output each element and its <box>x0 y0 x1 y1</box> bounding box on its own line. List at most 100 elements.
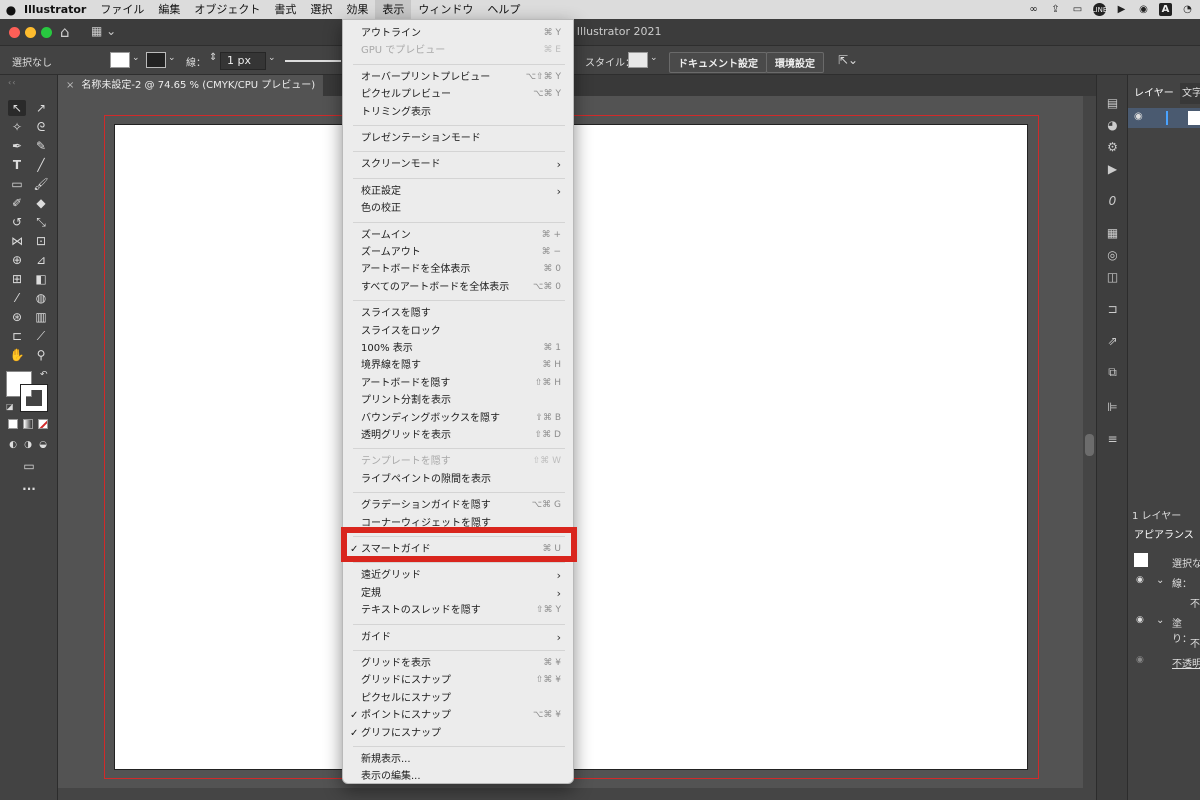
paintbrush-tool-icon[interactable]: 🖌 <box>32 176 50 192</box>
menu-type[interactable]: 書式 <box>267 0 303 19</box>
tab-layers[interactable]: レイヤー <box>1128 83 1180 104</box>
pathfinder-icon[interactable]: ⧉ <box>1104 365 1121 380</box>
view-menu-item[interactable]: ズームアウト ⌘ − <box>343 244 573 261</box>
view-menu-item[interactable]: ガイド › <box>343 629 573 646</box>
none-mode-icon[interactable] <box>38 419 48 429</box>
type-tool-icon[interactable]: T <box>8 157 26 173</box>
transparency-icon[interactable]: ◎ <box>1104 247 1121 262</box>
lasso-tool-icon[interactable]: ᘓ <box>32 119 50 135</box>
view-menu-item[interactable]: 新規表示... <box>343 751 573 768</box>
mesh-tool-icon[interactable]: ⊞ <box>8 271 26 287</box>
stroke-color-swatch[interactable] <box>20 384 48 412</box>
menu-effect[interactable]: 効果 <box>339 0 375 19</box>
selection-tool-icon[interactable]: ↖ <box>8 100 26 116</box>
perspective-grid-tool-icon[interactable]: ⊿ <box>32 252 50 268</box>
view-menu-item[interactable]: 表示の編集... <box>343 768 573 785</box>
graphic-style-dropdown-icon[interactable]: ⌄ <box>650 53 658 63</box>
view-menu-item[interactable]: 定規 › <box>343 585 573 602</box>
view-menu-item[interactable]: 遠近グリッド › <box>343 567 573 584</box>
zoom-tool-icon[interactable]: ⚲ <box>32 347 50 363</box>
shape-builder-tool-icon[interactable]: ⊕ <box>8 252 26 268</box>
preferences-button[interactable]: 環境設定 <box>766 52 824 73</box>
column-graph-tool-icon[interactable]: ▥ <box>32 309 50 325</box>
upload-icon[interactable]: ⇪ <box>1049 3 1062 16</box>
glyph-icon[interactable]: 0 <box>1104 193 1121 208</box>
curvature-tool-icon[interactable]: ✎ <box>32 138 50 154</box>
artboard-tool-icon[interactable]: ⊏ <box>8 328 26 344</box>
panel-grip-icon[interactable]: ‹‹ <box>8 78 16 87</box>
arrange-documents-icon[interactable]: ⇱⌄ <box>838 53 858 67</box>
view-menu-item[interactable]: ✓ グリフにスナップ <box>343 725 573 742</box>
libraries-icon[interactable]: ◕ <box>1104 117 1121 132</box>
screen-mode-icon[interactable]: ▭ <box>20 458 38 474</box>
symbol-sprayer-tool-icon[interactable]: ⊛ <box>8 309 26 325</box>
view-menu-item[interactable]: アートボードを全体表示 ⌘ 0 <box>343 261 573 278</box>
view-menu-item[interactable]: アウトライン ⌘ Y <box>343 25 573 42</box>
appearance-opacity-label[interactable]: 不透明 <box>1172 655 1200 670</box>
color-mode-icon[interactable] <box>8 419 18 429</box>
vertical-scrollbar[interactable] <box>1083 96 1096 800</box>
view-menu-item[interactable]: ✓ ポイントにスナップ ⌥⌘ ¥ <box>343 707 573 724</box>
blend-tool-icon[interactable]: ◍ <box>32 290 50 306</box>
place-icon[interactable]: ⊐ <box>1104 301 1121 316</box>
view-menu-item[interactable]: ズームイン ⌘ + <box>343 227 573 244</box>
layer-visibility-icon[interactable]: ◉ <box>1134 111 1143 122</box>
appearance-panel-icon[interactable]: ◫ <box>1104 269 1121 284</box>
opacity-visibility-icon[interactable]: ◉ <box>1136 655 1144 665</box>
view-menu-item[interactable]: プレゼンテーションモード <box>343 130 573 147</box>
apple-icon[interactable]: ● <box>0 3 22 17</box>
default-colors-icon[interactable]: ◪ <box>6 402 14 411</box>
close-tab-icon[interactable]: × <box>66 80 74 91</box>
vpn-icon[interactable]: ◉ <box>1137 3 1150 16</box>
stroke-swatch[interactable] <box>146 52 166 68</box>
creative-cloud-icon[interactable]: ∞ <box>1027 3 1040 16</box>
fill-dropdown-icon[interactable]: ⌄ <box>132 53 140 63</box>
view-menu-item[interactable]: アートボードを隠す ⇧⌘ H <box>343 375 573 392</box>
gradient-mode-icon[interactable] <box>23 419 33 429</box>
view-menu-item[interactable]: オーバープリントプレビュー ⌥⇧⌘ Y <box>343 69 573 86</box>
play-icon[interactable]: ▶ <box>1115 3 1128 16</box>
graphic-style-swatch[interactable] <box>628 52 648 68</box>
view-menu-item[interactable]: スクリーンモード › <box>343 156 573 173</box>
stroke-profile-preview[interactable] <box>285 60 341 62</box>
view-menu-item[interactable]: グリッドを表示 ⌘ ¥ <box>343 655 573 672</box>
eyedropper-tool-icon[interactable]: ⁄ <box>8 290 26 306</box>
view-menu-item[interactable]: トリミング表示 <box>343 104 573 121</box>
document-setup-button[interactable]: ドキュメント設定 <box>669 52 767 73</box>
stroke-dropdown-icon[interactable]: ⌄ <box>168 53 176 63</box>
menu-edit[interactable]: 編集 <box>151 0 187 19</box>
menu-window[interactable]: ウィンドウ <box>411 0 480 19</box>
menu-view[interactable]: 表示 <box>375 0 412 19</box>
view-menu-item[interactable]: ライブペイントの隙間を表示 <box>343 471 573 488</box>
stroke-width-dropdown-icon[interactable]: ⌄ <box>268 53 276 63</box>
screen-icon[interactable]: ▭ <box>1071 3 1084 16</box>
keyboard-a-icon[interactable]: A <box>1159 3 1172 16</box>
view-menu-item[interactable]: スライスをロック <box>343 323 573 340</box>
menu-file[interactable]: ファイル <box>93 0 151 19</box>
horizontal-scrollbar[interactable] <box>58 788 1083 800</box>
view-menu-item[interactable]: 色の校正 <box>343 200 573 217</box>
width-tool-icon[interactable]: ⋈ <box>8 233 26 249</box>
view-menu-item[interactable]: 100% 表示 ⌘ 1 <box>343 340 573 357</box>
direct-selection-tool-icon[interactable]: ↗ <box>32 100 50 116</box>
view-menu-item[interactable]: プリント分割を表示 <box>343 392 573 409</box>
properties-icon[interactable]: ▤ <box>1104 95 1121 110</box>
view-menu-item[interactable]: テキストのスレッドを隠す ⇧⌘ Y <box>343 602 573 619</box>
gradient-panel-icon[interactable]: ▦ <box>1104 225 1121 240</box>
view-menu-item[interactable]: 境界線を隠す ⌘ H <box>343 357 573 374</box>
view-menu-item[interactable]: グリッドにスナップ ⇧⌘ ¥ <box>343 672 573 689</box>
tab-character[interactable]: 文字 <box>1176 83 1200 104</box>
gradient-tool-icon[interactable]: ◧ <box>32 271 50 287</box>
line-tool-icon[interactable]: ╱ <box>32 157 50 173</box>
stroke-stepper-icon[interactable]: ⇕ <box>209 52 217 63</box>
view-menu-item[interactable]: バウンディングボックスを隠す ⇧⌘ B <box>343 410 573 427</box>
dashboard-icon[interactable]: ◔ <box>1181 3 1194 16</box>
stroke-expand-icon[interactable]: ⌄ <box>1156 575 1164 586</box>
tab-appearance[interactable]: アピアランス <box>1128 525 1200 546</box>
menu-help[interactable]: ヘルプ <box>480 0 527 19</box>
rotate-tool-icon[interactable]: ↺ <box>8 214 26 230</box>
shaper-tool-icon[interactable]: ✐ <box>8 195 26 211</box>
view-menu-item[interactable]: すべてのアートボードを全体表示 ⌥⌘ 0 <box>343 279 573 296</box>
eraser-tool-icon[interactable]: ◆ <box>32 195 50 211</box>
fill-visibility-icon[interactable]: ◉ <box>1136 615 1144 625</box>
